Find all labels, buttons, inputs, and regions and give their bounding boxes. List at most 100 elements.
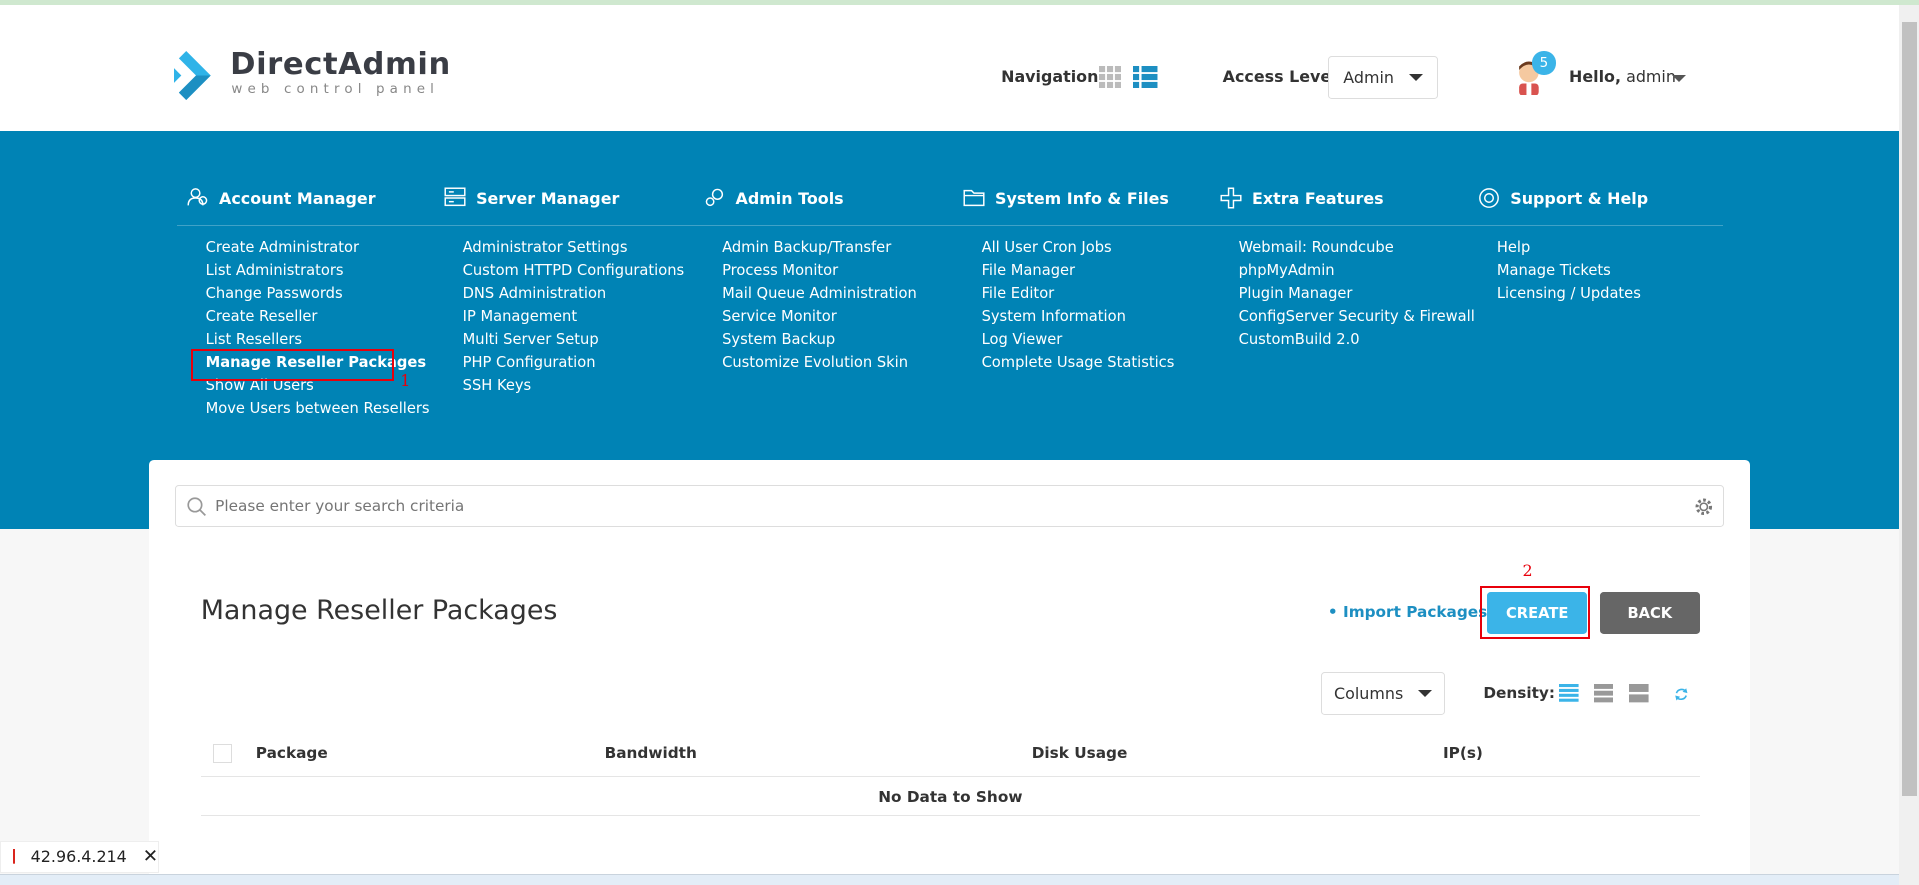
menu-section-4: Extra Features xyxy=(1220,187,1384,209)
menu-section-title: Extra Features xyxy=(1252,188,1384,208)
menu-item[interactable]: DNS Administration xyxy=(463,282,685,305)
access-level-dropdown[interactable]: Admin xyxy=(1327,56,1439,100)
menu-section-items: Create Administrator List Administrators C… xyxy=(206,236,430,420)
logo-icon[interactable] xyxy=(173,51,225,105)
scrollbar-thumb[interactable] xyxy=(1901,22,1917,796)
lifebuoy-icon xyxy=(1479,188,1500,209)
menu-item[interactable]: System Information xyxy=(982,305,1175,328)
greeting: Hello, xyxy=(1569,67,1622,87)
create-button[interactable]: CREATE xyxy=(1487,592,1588,634)
menu-item[interactable]: Customize Evolution Skin xyxy=(722,351,917,374)
logo-title: DirectAdmin xyxy=(230,46,451,82)
menu-section-title: Account Manager xyxy=(219,188,376,208)
menu-section-5: Support & Help xyxy=(1478,187,1648,209)
page: DirectAdmin web control panel Navigation… xyxy=(0,0,1919,885)
user-menu-chevron-icon[interactable] xyxy=(1671,74,1686,82)
menu-item[interactable]: File Editor xyxy=(982,282,1175,305)
menu-item[interactable]: All User Cron Jobs xyxy=(982,236,1175,259)
import-packages-link[interactable]: • Import Packages xyxy=(1328,603,1487,621)
search-icon xyxy=(187,497,206,516)
menu-item[interactable]: Manage Tickets xyxy=(1497,259,1641,282)
table-header-divider xyxy=(200,775,1700,778)
menu-item[interactable]: File Manager xyxy=(982,259,1175,282)
search-input[interactable] xyxy=(212,492,1662,520)
user-menu[interactable]: Hello, admin xyxy=(1569,67,1676,86)
menu-item[interactable]: PHP Configuration xyxy=(463,351,685,374)
select-all-checkbox[interactable] xyxy=(212,744,233,764)
search-box[interactable] xyxy=(175,484,1725,528)
access-level-value: Admin xyxy=(1343,68,1394,88)
gear-icon[interactable] xyxy=(1694,497,1714,517)
density-compact-icon[interactable] xyxy=(1559,684,1579,702)
menu-section-3: System Info & Files xyxy=(963,187,1169,209)
menu-section-items: Webmail: Roundcube phpMyAdmin Plugin Manag… xyxy=(1239,236,1475,351)
refresh-icon[interactable] xyxy=(1674,687,1689,702)
density-comfortable-icon[interactable] xyxy=(1629,684,1649,703)
menu-section-0: Account Manager xyxy=(187,187,376,209)
columns-label: Columns xyxy=(1334,683,1404,703)
annotation-2: 2 xyxy=(1522,560,1533,580)
menu-item[interactable]: Change Passwords xyxy=(206,282,430,305)
folder-icon xyxy=(963,190,985,207)
menu-item[interactable]: Create Administrator xyxy=(206,236,430,259)
ip-address: 42.96.4.214 xyxy=(30,847,127,867)
menu-item[interactable]: List Administrators xyxy=(206,259,430,282)
back-button[interactable]: BACK xyxy=(1599,592,1700,634)
menu-section-1: Server Manager xyxy=(444,187,619,209)
access-level-label: Access Level xyxy=(1222,67,1337,87)
menu-item[interactable]: Plugin Manager xyxy=(1239,282,1475,305)
menu-item[interactable]: Administrator Settings xyxy=(463,236,685,259)
users-icon xyxy=(187,188,208,206)
menu-item[interactable]: Multi Server Setup xyxy=(463,328,685,351)
menu-item[interactable]: Help xyxy=(1497,236,1641,259)
menu-section-2: Admin Tools xyxy=(704,187,844,209)
username: admin xyxy=(1626,67,1676,87)
plus-icon xyxy=(1220,187,1242,209)
menu-item[interactable]: IP Management xyxy=(463,305,685,328)
column-package[interactable]: Package xyxy=(256,744,328,762)
menu-section-items: Admin Backup/Transfer Process Monitor Mail… xyxy=(722,236,917,374)
menu-section-items: All User Cron Jobs File Manager File Edito… xyxy=(982,236,1175,374)
menu-item[interactable]: Custom HTTPD Configurations xyxy=(463,259,685,282)
column-disk-usage[interactable]: Disk Usage xyxy=(1032,744,1128,762)
vietnam-flag-icon xyxy=(13,849,15,865)
menu-section-items: Help Manage Tickets Licensing / Updates xyxy=(1497,236,1641,305)
empty-state: No Data to Show xyxy=(878,788,1023,807)
annotation-1: 1 xyxy=(400,370,411,390)
menu-item[interactable]: Log Viewer xyxy=(982,328,1175,351)
menu-section-items: Administrator Settings Custom HTTPD Confi… xyxy=(463,236,685,397)
menu-item[interactable]: Process Monitor xyxy=(722,259,917,282)
density-normal-icon[interactable] xyxy=(1593,684,1614,703)
gears-icon xyxy=(705,188,723,207)
menu-item[interactable]: phpMyAdmin xyxy=(1239,259,1475,282)
logo-subtitle: web control panel xyxy=(231,82,440,97)
list-view-icon[interactable] xyxy=(1133,66,1158,93)
ip-tag: 42.96.4.214 ✕ xyxy=(0,840,160,873)
scrollbar[interactable] xyxy=(1899,4,1919,885)
menu-item[interactable]: Move Users between Resellers xyxy=(206,397,430,420)
menu-item[interactable]: SSH Keys xyxy=(463,374,685,397)
notification-badge[interactable]: 5 xyxy=(1532,51,1556,75)
menu-divider xyxy=(177,225,1724,227)
menu-item[interactable]: CustomBuild 2.0 xyxy=(1239,328,1475,351)
menu-item[interactable]: Complete Usage Statistics xyxy=(982,351,1175,374)
server-icon xyxy=(444,187,466,207)
menu-item[interactable]: System Backup xyxy=(722,328,917,351)
menu-item[interactable]: Service Monitor xyxy=(722,305,917,328)
menu-item[interactable]: ConfigServer Security & Firewall xyxy=(1239,305,1475,328)
navigation-label: Navigation xyxy=(1001,67,1099,87)
page-title: Manage Reseller Packages xyxy=(200,594,558,626)
column-bandwidth[interactable]: Bandwidth xyxy=(605,744,697,762)
menu-item[interactable]: Mail Queue Administration xyxy=(722,282,917,305)
density-label: Density: xyxy=(1483,684,1555,703)
menu-item[interactable]: Admin Backup/Transfer xyxy=(722,236,917,259)
highlight-box-1 xyxy=(190,348,395,381)
menu-item[interactable]: Licensing / Updates xyxy=(1497,282,1641,305)
grid-view-icon[interactable] xyxy=(1099,66,1122,93)
close-icon[interactable]: ✕ xyxy=(143,846,158,867)
column-ips[interactable]: IP(s) xyxy=(1443,744,1483,762)
menu-item[interactable]: Webmail: Roundcube xyxy=(1239,236,1475,259)
menu-section-title: System Info & Files xyxy=(995,188,1169,208)
menu-item[interactable]: Create Reseller xyxy=(206,305,430,328)
columns-dropdown[interactable]: Columns xyxy=(1320,671,1446,715)
